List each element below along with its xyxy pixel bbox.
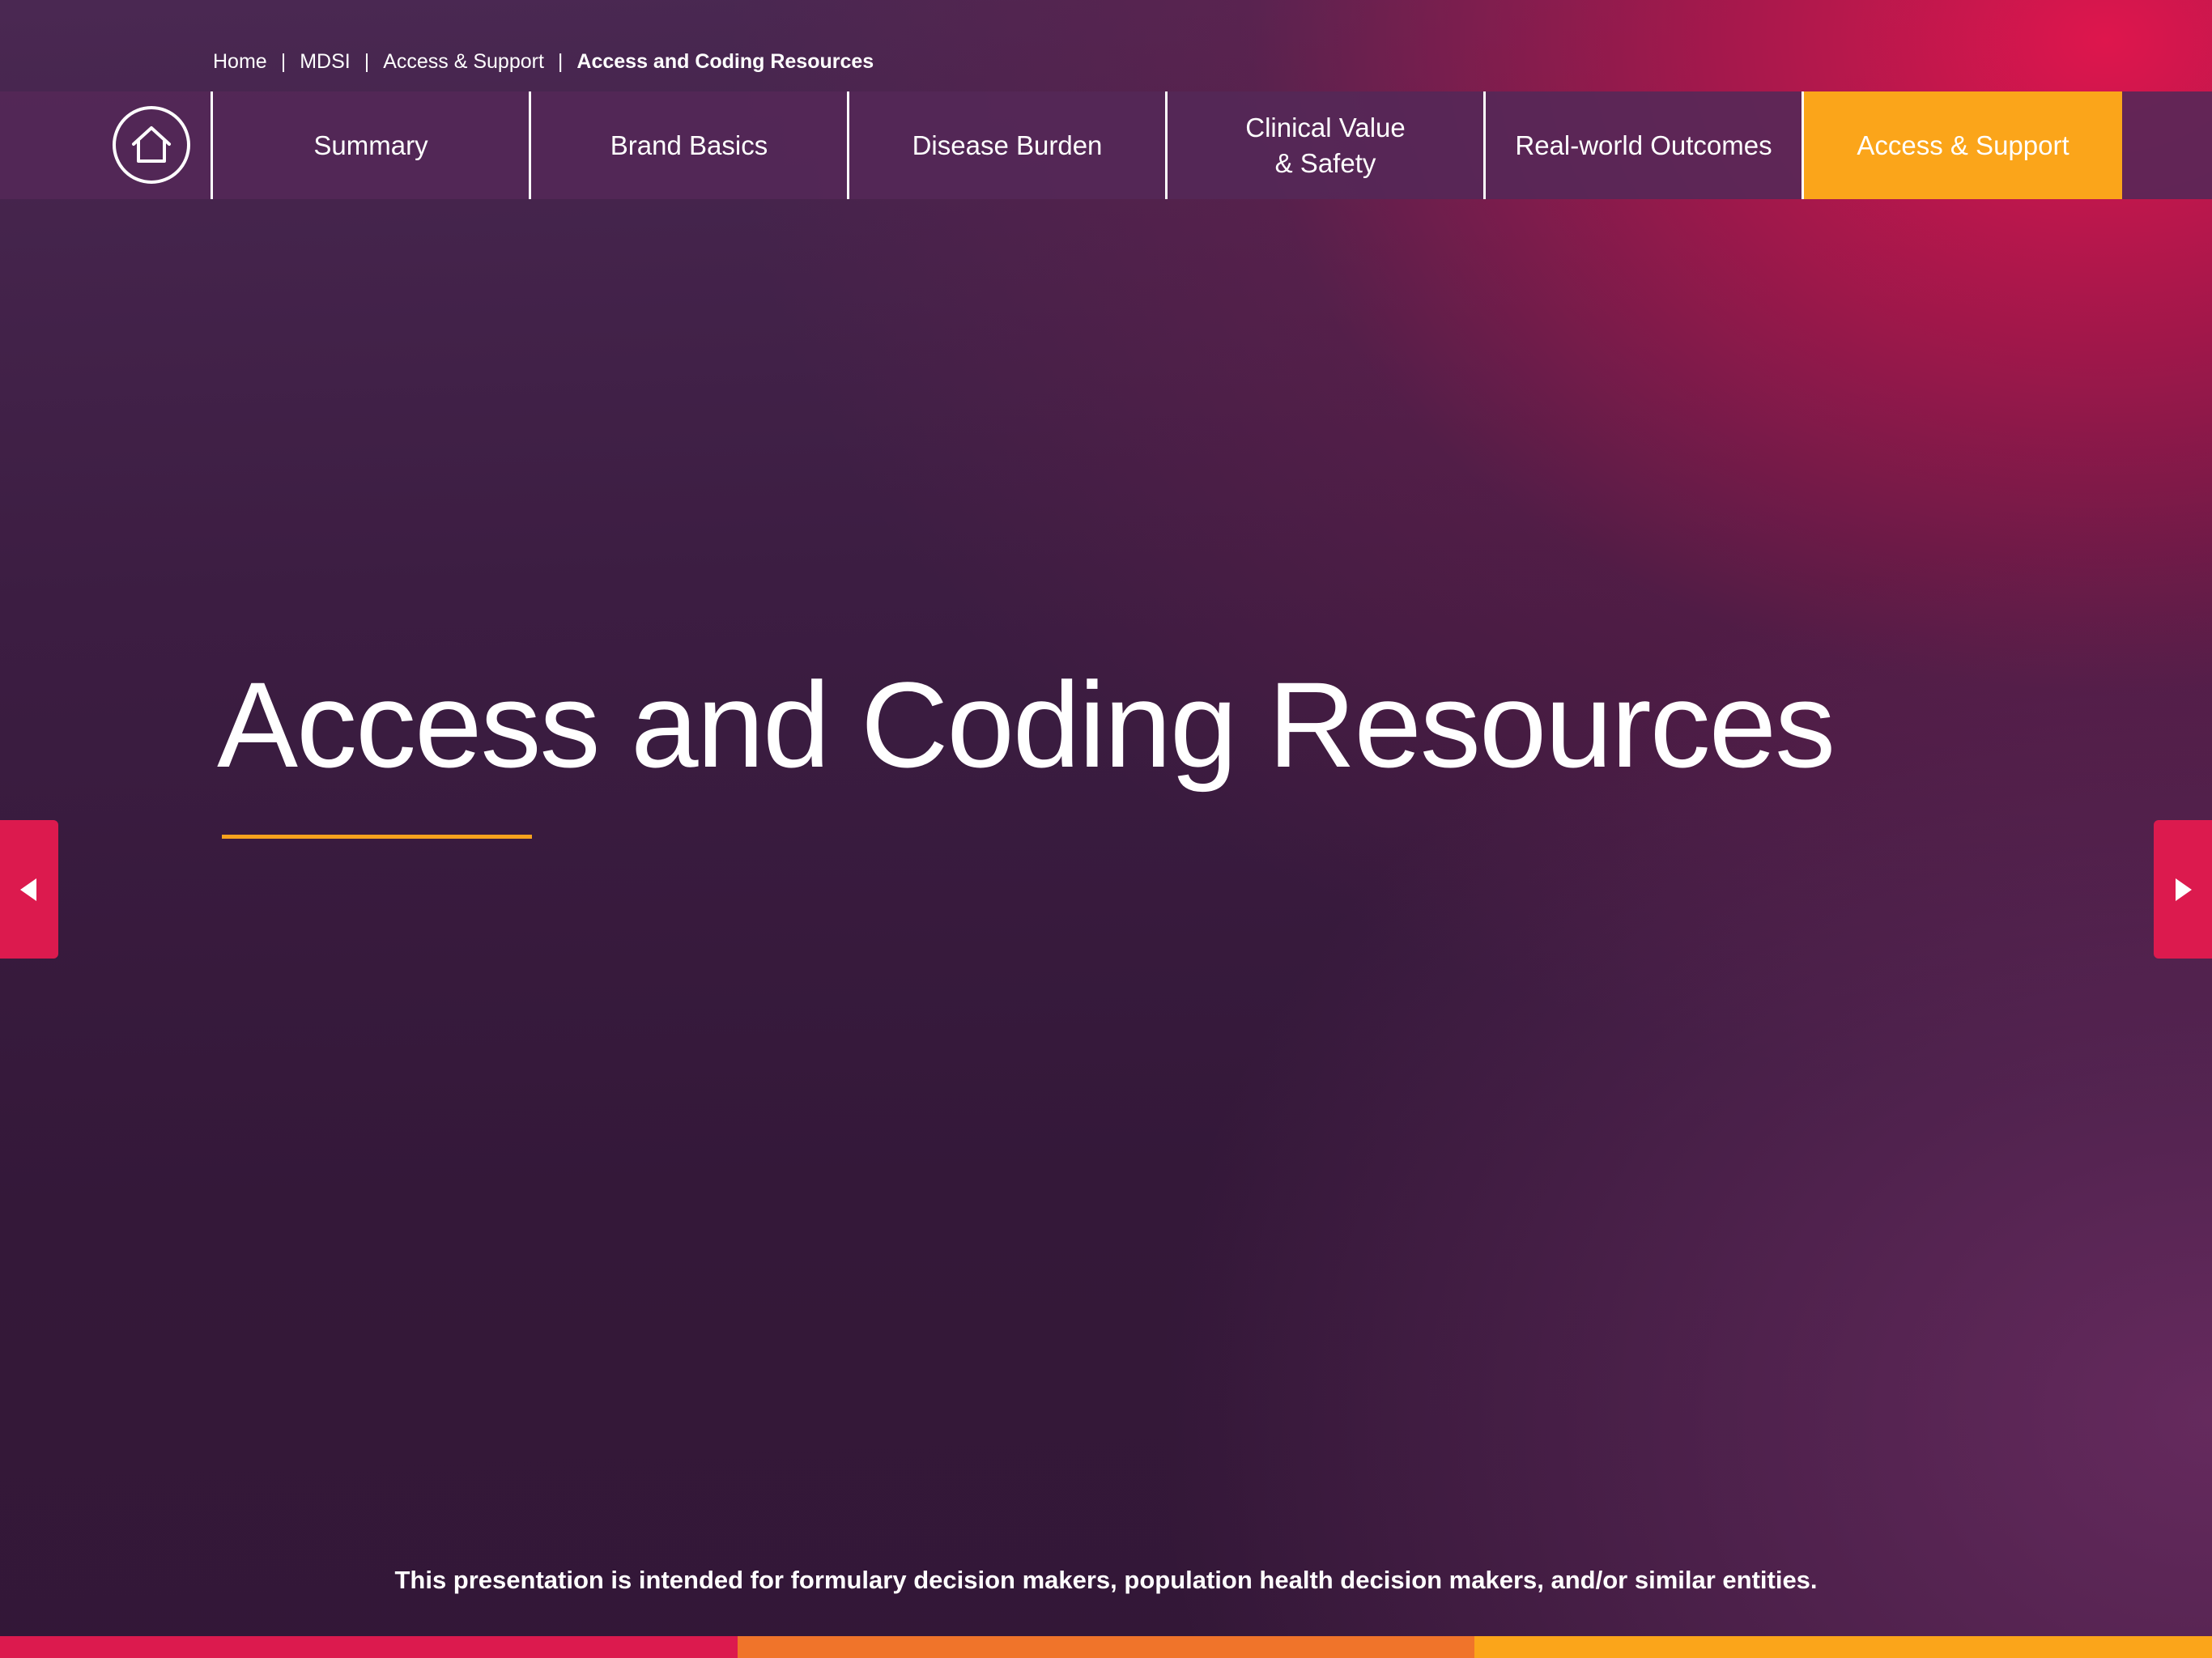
home-icon xyxy=(132,126,171,163)
nav-item-access-support[interactable]: Access & Support xyxy=(1804,91,2122,199)
nav-item-summary[interactable]: Summary xyxy=(213,91,531,199)
disclaimer-text: This presentation is intended for formul… xyxy=(394,1566,1818,1594)
triangle-left-icon xyxy=(20,878,36,901)
nav-item-real-world-outcomes[interactable]: Real-world Outcomes xyxy=(1486,91,1804,199)
page-title: Access and Coding Resources xyxy=(217,657,1836,793)
nav-item-disease-burden[interactable]: Disease Burden xyxy=(849,91,1168,199)
home-button[interactable] xyxy=(113,106,190,184)
breadcrumb: Home | MDSI | Access & Support | Access … xyxy=(213,45,874,78)
triangle-right-icon xyxy=(2176,878,2192,901)
title-underline xyxy=(222,835,532,839)
strip-segment-red xyxy=(0,1636,738,1658)
strip-segment-yellow xyxy=(1474,1636,2212,1658)
breadcrumb-separator: | xyxy=(364,49,370,73)
breadcrumb-home-link[interactable]: Home xyxy=(213,50,267,74)
breadcrumb-separator: | xyxy=(280,49,287,73)
previous-page-button[interactable] xyxy=(0,820,58,959)
main-nav: Summary Brand Basics Disease Burden Clin… xyxy=(0,91,2212,199)
breadcrumb-current-page: Access and Coding Resources xyxy=(576,49,874,73)
next-page-button[interactable] xyxy=(2154,820,2212,959)
breadcrumb-mdsi-link[interactable]: MDSI xyxy=(300,50,351,74)
home-cell xyxy=(0,91,213,199)
nav-item-clinical-value-safety[interactable]: Clinical Value & Safety xyxy=(1168,91,1486,199)
strip-segment-orange xyxy=(737,1636,1475,1658)
nav-item-brand-basics[interactable]: Brand Basics xyxy=(531,91,849,199)
breadcrumb-separator: | xyxy=(557,49,564,73)
bottom-color-strip xyxy=(0,1636,2212,1658)
breadcrumb-access-support-link[interactable]: Access & Support xyxy=(383,50,544,74)
